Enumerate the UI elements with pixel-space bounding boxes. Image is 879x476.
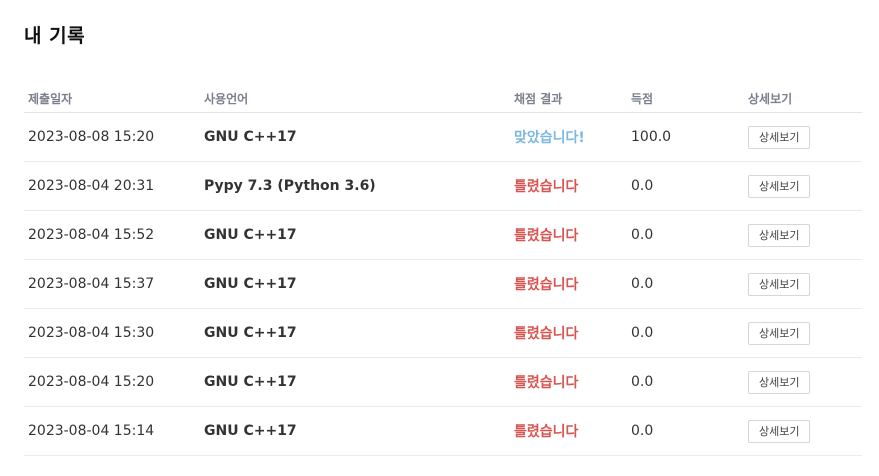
detail-cell: 상세보기 xyxy=(744,357,862,407)
detail-cell: 상세보기 xyxy=(744,210,862,260)
submission-language: GNU C++17 xyxy=(200,112,510,162)
submission-language: GNU C++17 xyxy=(200,406,510,456)
submission-language: Pypy 7.3 (Python 3.6) xyxy=(200,161,510,211)
submission-date: 2023-08-04 15:30 xyxy=(24,308,200,358)
submission-score: 0.0 xyxy=(627,259,744,309)
detail-cell: 상세보기 xyxy=(744,406,862,456)
detail-button[interactable]: 상세보기 xyxy=(748,125,811,149)
table-row: 2023-08-04 15:30 GNU C++17 틀렸습니다 0.0 상세보… xyxy=(24,308,862,358)
detail-button[interactable]: 상세보기 xyxy=(748,419,811,443)
detail-button[interactable]: 상세보기 xyxy=(748,272,811,296)
submission-result: 틀렸습니다 xyxy=(510,210,627,260)
header-result: 채점 결과 xyxy=(510,84,627,113)
table-row: 2023-08-08 15:20 GNU C++17 맞았습니다! 100.0 … xyxy=(24,112,862,162)
detail-button[interactable]: 상세보기 xyxy=(748,223,811,247)
table-row: 2023-08-04 15:52 GNU C++17 틀렸습니다 0.0 상세보… xyxy=(24,210,862,260)
submission-score: 0.0 xyxy=(627,406,744,456)
header-score: 득점 xyxy=(627,84,744,113)
submission-date: 2023-08-08 15:20 xyxy=(24,112,200,162)
table-row: 2023-08-04 15:14 GNU C++17 틀렸습니다 0.0 상세보… xyxy=(24,406,862,456)
submission-result: 틀렸습니다 xyxy=(510,308,627,358)
header-date: 제출일자 xyxy=(24,84,200,113)
submission-date: 2023-08-04 15:14 xyxy=(24,406,200,456)
page-title: 내 기록 xyxy=(24,25,86,47)
detail-cell: 상세보기 xyxy=(744,161,862,211)
table-row: 2023-08-04 20:31 Pypy 7.3 (Python 3.6) 틀… xyxy=(24,161,862,211)
submission-score: 0.0 xyxy=(627,210,744,260)
submission-score: 0.0 xyxy=(627,308,744,358)
submission-language: GNU C++17 xyxy=(200,259,510,309)
submission-result: 틀렸습니다 xyxy=(510,357,627,407)
submission-result: 틀렸습니다 xyxy=(510,406,627,456)
table-row: 2023-08-04 15:37 GNU C++17 틀렸습니다 0.0 상세보… xyxy=(24,259,862,309)
header-detail: 상세보기 xyxy=(744,84,862,113)
submission-date: 2023-08-04 15:37 xyxy=(24,259,200,309)
submission-result: 틀렸습니다 xyxy=(510,259,627,309)
detail-button[interactable]: 상세보기 xyxy=(748,321,811,345)
detail-button[interactable]: 상세보기 xyxy=(748,370,811,394)
submission-date: 2023-08-04 20:31 xyxy=(24,161,200,211)
submission-score: 100.0 xyxy=(627,112,744,162)
submission-date: 2023-08-04 15:20 xyxy=(24,357,200,407)
header-language: 사용언어 xyxy=(200,84,510,113)
submission-result: 틀렸습니다 xyxy=(510,161,627,211)
detail-button[interactable]: 상세보기 xyxy=(748,174,811,198)
submission-language: GNU C++17 xyxy=(200,210,510,260)
table-header-row: 제출일자 사용언어 채점 결과 득점 상세보기 xyxy=(24,84,862,113)
submission-language: GNU C++17 xyxy=(200,357,510,407)
submission-score: 0.0 xyxy=(627,357,744,407)
submission-result: 맞았습니다! xyxy=(510,112,627,162)
records-table: 제출일자 사용언어 채점 결과 득점 상세보기 2023-08-08 15:20… xyxy=(24,84,862,456)
detail-cell: 상세보기 xyxy=(744,308,862,358)
detail-cell: 상세보기 xyxy=(744,112,862,162)
submission-language: GNU C++17 xyxy=(200,308,510,358)
table-row: 2023-08-04 15:20 GNU C++17 틀렸습니다 0.0 상세보… xyxy=(24,357,862,407)
submission-score: 0.0 xyxy=(627,161,744,211)
records-page: 내 기록 제출일자 사용언어 채점 결과 득점 상세보기 2023-08-08 … xyxy=(0,0,879,476)
detail-cell: 상세보기 xyxy=(744,259,862,309)
submission-date: 2023-08-04 15:52 xyxy=(24,210,200,260)
